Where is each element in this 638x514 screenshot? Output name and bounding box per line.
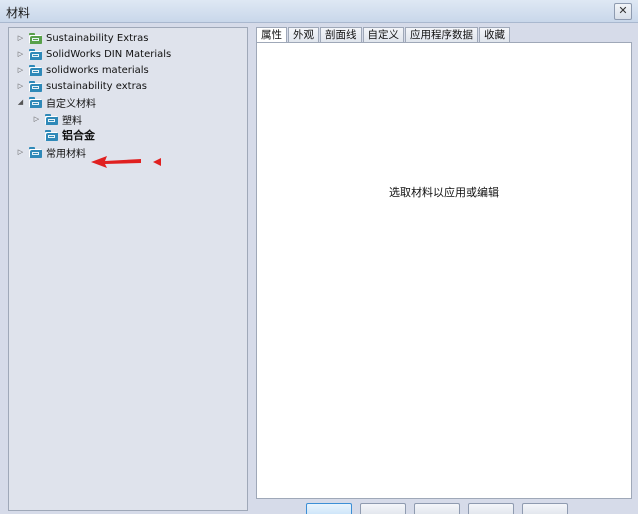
folder-blue-icon <box>29 64 42 76</box>
folder-blue-icon <box>45 129 58 141</box>
title-bar: 材料 ✕ <box>0 0 638 23</box>
tab-application-data[interactable]: 应用程序数据 <box>405 27 478 43</box>
tab-appearance[interactable]: 外观 <box>288 27 319 43</box>
tree-item-label: 自定义材料 <box>46 98 96 110</box>
close-button[interactable]: ✕ <box>614 3 632 20</box>
folder-blue-icon <box>45 113 58 125</box>
expand-arrow-icon[interactable]: ▷ <box>16 50 25 58</box>
tree-item-custom-materials[interactable]: ◢ 自定义材料 <box>16 94 96 110</box>
tab-strip: 属性 外观 剖面线 自定义 应用程序数据 收藏 <box>256 27 511 44</box>
folder-green-icon <box>29 32 42 44</box>
red-arrow-icon <box>91 156 161 168</box>
expand-arrow-icon[interactable]: ▷ <box>32 115 41 123</box>
properties-panel: 选取材料以应用或编辑 <box>256 42 632 499</box>
folder-blue-icon <box>29 146 42 158</box>
tree-item-label: Sustainability Extras <box>46 32 149 44</box>
folder-blue-icon <box>29 48 42 60</box>
tree-item-label: 塑料 <box>62 115 82 127</box>
tree-item-label: SolidWorks DIN Materials <box>46 48 172 60</box>
tree-item-sustainability-extras[interactable]: ▷ Sustainability Extras <box>16 30 149 46</box>
collapse-arrow-icon[interactable]: ◢ <box>16 98 25 106</box>
window-title: 材料 <box>6 6 31 20</box>
close-icon: ✕ <box>618 4 628 17</box>
tree-item-sustainability-extras-lower[interactable]: ▷ sustainability extras <box>16 78 147 94</box>
tree-item-aluminum-alloy[interactable]: 铝合金 <box>32 127 95 143</box>
tree-item-label: solidworks materials <box>46 64 149 76</box>
folder-blue-icon <box>29 80 42 92</box>
tree-item-label: 铝合金 <box>62 129 95 142</box>
tab-crosshatch[interactable]: 剖面线 <box>320 27 362 43</box>
expand-arrow-icon[interactable]: ▷ <box>16 82 25 90</box>
tree-item-solidworks-materials[interactable]: ▷ solidworks materials <box>16 62 149 78</box>
select-material-message: 选取材料以应用或编辑 <box>389 186 499 199</box>
tree-item-label: sustainability extras <box>46 80 148 92</box>
expand-arrow-icon[interactable]: ▷ <box>16 148 25 156</box>
tree-item-plastic[interactable]: ▷ 塑料 <box>32 111 82 127</box>
tab-favorites[interactable]: 收藏 <box>479 27 510 43</box>
expand-arrow-icon[interactable]: ▷ <box>16 66 25 74</box>
tab-custom[interactable]: 自定义 <box>362 27 404 43</box>
tree-item-label: 常用材料 <box>46 148 86 160</box>
tree-item-solidworks-din-materials[interactable]: ▷ SolidWorks DIN Materials <box>16 46 171 62</box>
material-tree[interactable]: ▷ Sustainability Extras ▷ SolidWorks DIN… <box>8 27 248 511</box>
tree-item-common-materials[interactable]: ▷ 常用材料 <box>16 144 86 160</box>
expand-arrow-icon[interactable]: ▷ <box>16 34 25 42</box>
folder-blue-icon <box>29 96 42 108</box>
